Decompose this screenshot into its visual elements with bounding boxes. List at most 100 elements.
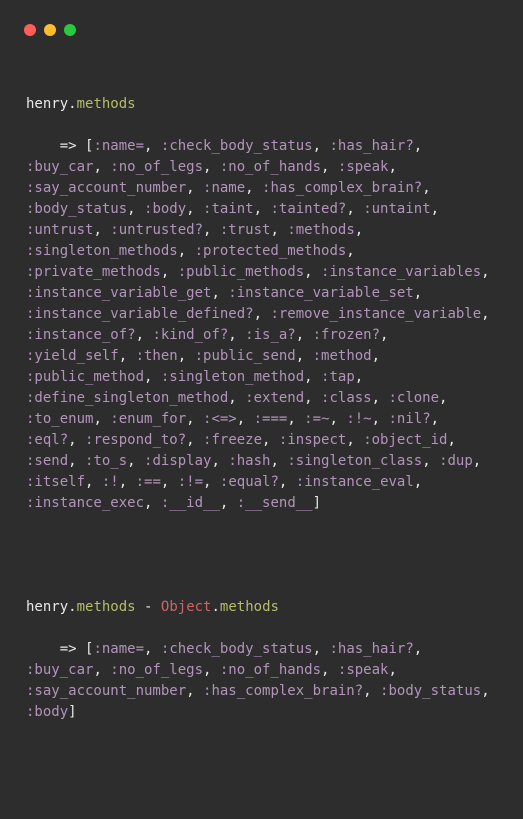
symbol: :instance_variable_get <box>26 285 211 301</box>
symbol: :=~ <box>304 411 329 427</box>
symbol: :send <box>26 453 68 469</box>
symbol: :remove_instance_variable <box>270 306 481 322</box>
expression-2: henry.methods - Object.methods <box>26 597 497 618</box>
symbol: :frozen? <box>313 327 380 343</box>
comma: , <box>313 138 330 154</box>
comma: , <box>186 411 203 427</box>
comma: , <box>414 474 431 490</box>
symbol: :nil? <box>388 411 430 427</box>
comma: , <box>220 495 237 511</box>
symbol: :untrust <box>26 222 93 238</box>
comma: , <box>304 390 321 406</box>
comma: , <box>304 369 321 385</box>
symbol: :__id__ <box>161 495 220 511</box>
symbol: :__send__ <box>237 495 313 511</box>
symbol: :kind_of? <box>152 327 228 343</box>
symbol: :public_send <box>195 348 296 364</box>
comma: , <box>481 683 498 699</box>
comma: , <box>355 369 372 385</box>
output-1: => [:name=, :check_body_status, :has_hai… <box>26 138 498 511</box>
method-call: methods <box>77 599 136 615</box>
symbol: :taint <box>203 201 254 217</box>
symbol: :! <box>102 474 119 490</box>
symbol: :display <box>144 453 211 469</box>
comma: , <box>68 432 85 448</box>
comma: , <box>127 453 144 469</box>
comma: , <box>186 180 203 196</box>
comma: , <box>211 453 228 469</box>
symbol: :protected_methods <box>195 243 347 259</box>
comma: , <box>422 453 439 469</box>
dot: . <box>68 599 76 615</box>
symbol: :body_status <box>26 201 127 217</box>
comma: , <box>431 411 448 427</box>
comma: , <box>93 159 110 175</box>
symbol: :instance_of? <box>26 327 136 343</box>
comma: , <box>296 327 313 343</box>
comma: , <box>473 453 490 469</box>
result-arrow: => <box>60 138 85 154</box>
comma: , <box>237 411 254 427</box>
symbol: :tap <box>321 369 355 385</box>
comma: , <box>414 641 431 657</box>
terminal-window: henry.methods => [:name=, :check_body_st… <box>12 12 511 807</box>
comma: , <box>448 432 465 448</box>
symbol: :has_complex_brain? <box>262 180 422 196</box>
comma: , <box>127 201 144 217</box>
symbol: :instance_exec <box>26 495 144 511</box>
comma: , <box>93 222 110 238</box>
symbol: :body <box>144 201 186 217</box>
comma: , <box>380 327 397 343</box>
comma: , <box>414 285 431 301</box>
receiver: henry <box>26 96 68 112</box>
symbol: :enum_for <box>110 411 186 427</box>
comma: , <box>254 201 271 217</box>
symbol: :then <box>136 348 178 364</box>
comma: , <box>186 201 203 217</box>
symbol: :freeze <box>203 432 262 448</box>
comma: , <box>304 264 321 280</box>
symbol: :to_enum <box>26 411 93 427</box>
symbol: :speak <box>338 662 389 678</box>
comma: , <box>254 306 271 322</box>
symbol: :!~ <box>346 411 371 427</box>
minimize-icon[interactable] <box>44 24 56 36</box>
comma: , <box>228 390 245 406</box>
comma: , <box>431 201 448 217</box>
maximize-icon[interactable] <box>64 24 76 36</box>
symbol: :eql? <box>26 432 68 448</box>
comma: , <box>85 474 102 490</box>
comma: , <box>329 411 346 427</box>
symbol: :untrusted? <box>110 222 203 238</box>
symbol: :has_complex_brain? <box>203 683 363 699</box>
symbol: :define_singleton_method <box>26 390 228 406</box>
comma: , <box>161 474 178 490</box>
symbol: :trust <box>220 222 271 238</box>
comma: , <box>372 411 389 427</box>
comma: , <box>388 662 405 678</box>
close-icon[interactable] <box>24 24 36 36</box>
comma: , <box>144 138 161 154</box>
comma: , <box>144 495 161 511</box>
symbol: :no_of_hands <box>220 159 321 175</box>
symbol: :is_a? <box>245 327 296 343</box>
output-2: => [:name=, :check_body_status, :has_hai… <box>26 641 498 720</box>
symbol: :yield_self <box>26 348 119 364</box>
symbol: :name= <box>93 641 144 657</box>
symbol: :no_of_legs <box>110 662 203 678</box>
dot: . <box>211 599 219 615</box>
comma: , <box>346 432 363 448</box>
symbol: :methods <box>287 222 354 238</box>
symbol: :speak <box>338 159 389 175</box>
comma: , <box>372 348 389 364</box>
comma: , <box>186 432 203 448</box>
comma: , <box>363 683 380 699</box>
symbol: :buy_car <box>26 159 93 175</box>
comma: , <box>203 474 220 490</box>
symbol: :no_of_legs <box>110 159 203 175</box>
comma: , <box>203 222 220 238</box>
comma: , <box>93 662 110 678</box>
symbol: :has_hair? <box>329 641 413 657</box>
symbol: :inspect <box>279 432 346 448</box>
comma: , <box>161 264 178 280</box>
